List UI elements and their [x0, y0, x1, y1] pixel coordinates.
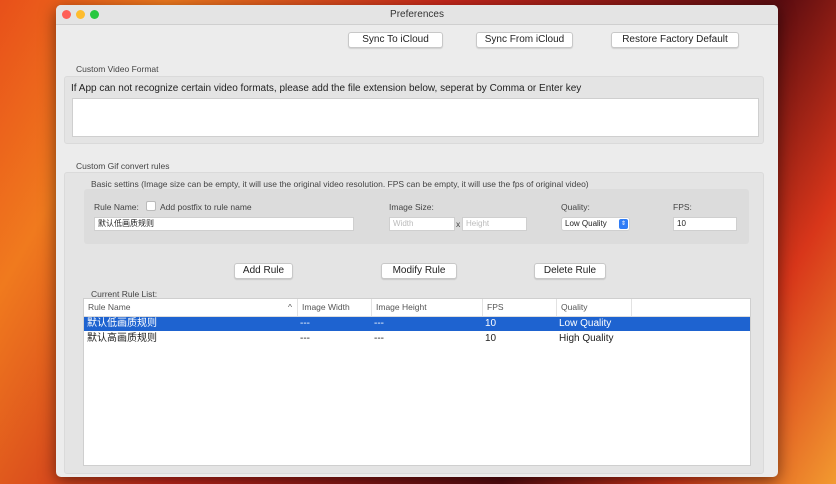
- title-bar: Preferences: [56, 5, 778, 25]
- video-format-section-label: Custom Video Format: [76, 64, 159, 74]
- cell-fps: 10: [485, 333, 497, 344]
- column-header-image-height[interactable]: Image Height: [372, 299, 483, 316]
- modify-rule-button[interactable]: Modify Rule: [381, 263, 457, 279]
- rule-table[interactable]: Rule Name ^ Image Width Image Height FPS …: [83, 298, 751, 466]
- basic-settings-panel: Rule Name: Add postfix to rule name 默认低画…: [84, 189, 749, 244]
- window-title: Preferences: [390, 9, 444, 20]
- restore-factory-default-button[interactable]: Restore Factory Default: [611, 32, 739, 48]
- rule-name-input[interactable]: 默认低画质规则: [94, 217, 354, 231]
- delete-rule-button[interactable]: Delete Rule: [534, 263, 606, 279]
- table-row[interactable]: 默认低画质规则 --- --- 10 Low Quality: [84, 317, 750, 331]
- cell-fps: 10: [485, 318, 497, 329]
- width-input[interactable]: Width: [389, 217, 455, 231]
- quality-label: Quality:: [561, 202, 590, 212]
- fps-label: FPS:: [673, 202, 692, 212]
- postfix-checkbox[interactable]: [146, 201, 156, 211]
- column-header-fps[interactable]: FPS: [483, 299, 557, 316]
- gif-rules-box: Basic settins (Image size can be empty, …: [64, 172, 764, 474]
- table-row[interactable]: 默认高画质规则 --- --- 10 High Quality: [84, 332, 750, 346]
- fps-input[interactable]: 10: [673, 217, 737, 231]
- cell-image-width: ---: [300, 318, 310, 329]
- column-header-image-width[interactable]: Image Width: [298, 299, 372, 316]
- size-separator: x: [456, 219, 461, 229]
- zoom-button[interactable]: [90, 10, 99, 19]
- cell-quality: Low Quality: [559, 318, 612, 329]
- sync-to-icloud-button[interactable]: Sync To iCloud: [348, 32, 443, 48]
- chevron-updown-icon: ⇕: [619, 219, 628, 229]
- preferences-window: Preferences Sync To iCloud Sync From iCl…: [56, 5, 778, 477]
- image-size-label: Image Size:: [389, 202, 434, 212]
- cell-image-width: ---: [300, 333, 310, 344]
- close-button[interactable]: [62, 10, 71, 19]
- quality-value: Low Quality: [565, 219, 607, 228]
- basic-settings-label: Basic settins (Image size can be empty, …: [91, 179, 589, 189]
- quality-select[interactable]: Low Quality ⇕: [561, 217, 630, 231]
- postfix-label: Add postfix to rule name: [160, 202, 252, 212]
- sync-from-icloud-button[interactable]: Sync From iCloud: [476, 32, 573, 48]
- video-format-input[interactable]: [72, 98, 759, 137]
- add-rule-button[interactable]: Add Rule: [234, 263, 293, 279]
- video-format-description: If App can not recognize certain video f…: [71, 83, 582, 94]
- cell-rule-name: 默认高画质规则: [87, 333, 157, 344]
- column-header-quality[interactable]: Quality: [557, 299, 632, 316]
- sort-ascending-icon: ^: [288, 302, 292, 312]
- column-header-rule-name[interactable]: Rule Name ^: [84, 299, 298, 316]
- minimize-button[interactable]: [76, 10, 85, 19]
- height-input[interactable]: Height: [462, 217, 527, 231]
- cell-image-height: ---: [374, 318, 384, 329]
- cell-image-height: ---: [374, 333, 384, 344]
- rule-name-label: Rule Name:: [94, 202, 139, 212]
- cell-rule-name: 默认低画质规则: [87, 318, 157, 329]
- cell-quality: High Quality: [559, 333, 614, 344]
- gif-rules-section-label: Custom Gif convert rules: [76, 161, 170, 171]
- video-format-box: If App can not recognize certain video f…: [64, 76, 764, 144]
